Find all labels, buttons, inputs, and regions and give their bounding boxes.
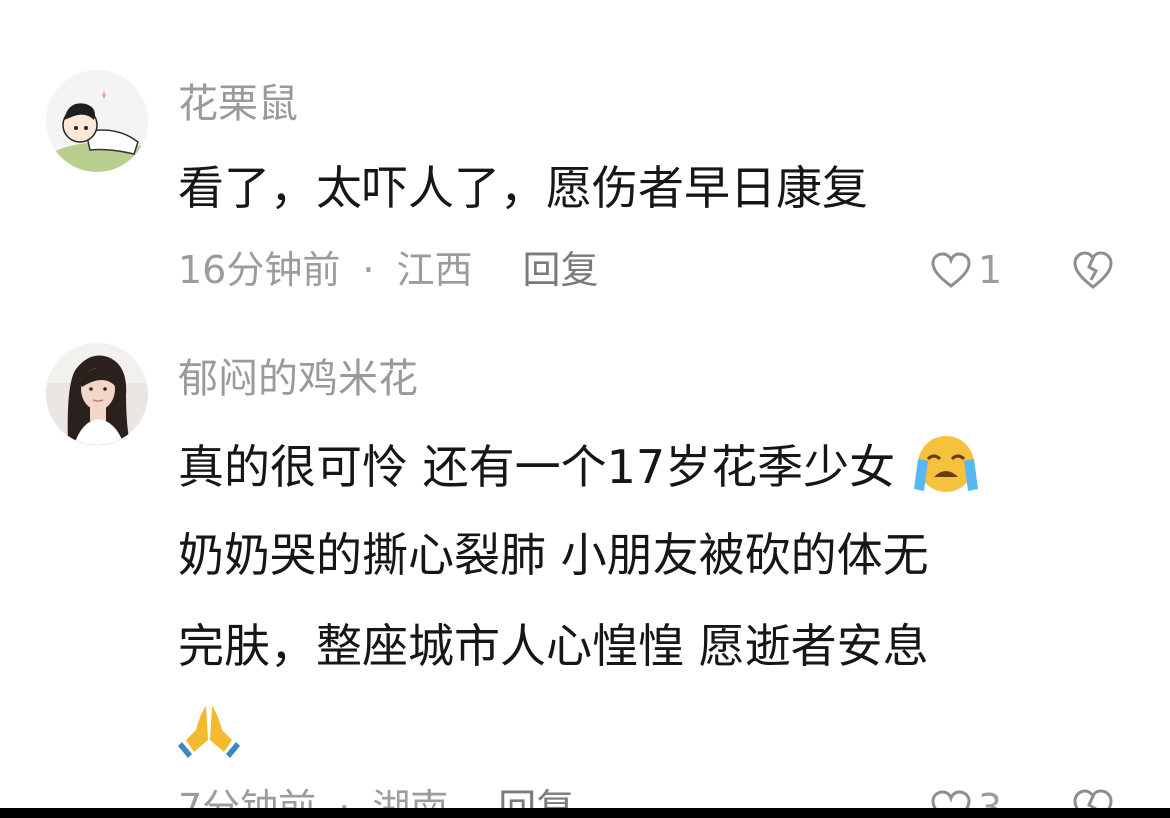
bottom-edge-bar	[0, 808, 1170, 818]
comment-line: 真的很可怜 还有一个17岁花季少女	[178, 440, 896, 494]
heart-icon	[931, 252, 971, 288]
comment-meta: 16分钟前 · 江西 回复	[178, 245, 598, 295]
comment-section: 花栗鼠 看了，太吓人了，愿伤者早日康复 16分钟前 · 江西 回复 1 郁闷的鸡…	[0, 0, 1170, 818]
location: 江西	[396, 248, 473, 292]
username[interactable]: 花栗鼠	[178, 80, 298, 128]
dislike-button[interactable]	[1070, 245, 1116, 295]
avatar[interactable]	[46, 343, 148, 445]
comment-line: 奶奶哭的撕心裂肺 小朋友被砍的体无	[178, 528, 929, 582]
comment-line: 完肤，整座城市人心惶惶 愿逝者安息	[178, 619, 929, 673]
loudly-crying-face-icon	[910, 433, 980, 508]
comment-text: 真的很可怜 还有一个17岁花季少女	[178, 433, 980, 508]
comment-line: 看了，太吓人了，愿伤者早日康复	[178, 161, 868, 215]
reply-button[interactable]: 回复	[522, 248, 598, 292]
meta-separator: ·	[362, 248, 375, 292]
like-count: 1	[978, 248, 1003, 292]
timestamp: 16分钟前	[178, 248, 341, 292]
comment-text: 看了，太吓人了，愿伤者早日康复	[178, 159, 868, 217]
avatar[interactable]	[46, 70, 148, 172]
username[interactable]: 郁闷的鸡米花	[178, 355, 418, 403]
comment-text	[178, 700, 240, 773]
girl-photo-avatar-icon	[46, 343, 148, 445]
folded-hands-icon	[178, 700, 240, 773]
comment-text: 奶奶哭的撕心裂肺 小朋友被砍的体无	[178, 526, 929, 584]
comment-text: 完肤，整座城市人心惶惶 愿逝者安息	[178, 617, 929, 675]
like-button[interactable]: 1	[930, 245, 1002, 295]
broken-heart-icon	[1073, 251, 1113, 289]
cartoon-boy-avatar-icon	[46, 70, 148, 172]
